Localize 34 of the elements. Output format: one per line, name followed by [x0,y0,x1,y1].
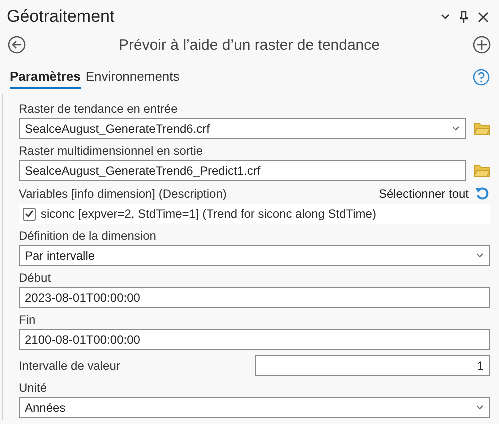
help-icon[interactable] [473,69,490,86]
back-icon[interactable] [8,36,26,54]
field-label: Début [19,271,52,285]
pin-icon[interactable] [460,11,468,23]
chevron-down-icon[interactable] [441,14,450,20]
dropdown[interactable]: Par intervalle [19,245,490,266]
add-icon[interactable] [473,36,491,54]
field-label: Raster multidimensionnel en sortie [19,144,204,158]
tab[interactable]: Environnements [86,66,180,89]
tool-title: Prévoir à l’aide d’un raster de tendance [119,36,380,54]
input-field[interactable]: 2100-08-01T00:00:00 [19,329,490,350]
select-all-link[interactable]: Sélectionner tout [378,186,469,200]
field-label: Unité [19,381,48,395]
field-label: Définition de la dimension [19,229,158,243]
checkbox[interactable] [23,208,36,220]
tab[interactable]: Paramètres [10,66,81,89]
pane-title: Géotraitement [7,7,115,27]
check-icon [25,210,34,218]
input-field[interactable]: SealceAugust_GenerateTrend6_Predict1.crf [19,160,466,181]
variable-label: siconc [expver=2, StdTime=1] (Trend for siconc along StdTime) [41,207,376,221]
field-label: Intervalle de valeur [19,358,120,372]
input-field[interactable]: 1 [255,355,490,376]
close-icon[interactable] [478,12,489,22]
caret-icon [476,253,484,258]
field-label: Fin [19,313,37,327]
dropdown[interactable]: Années [19,397,490,418]
variable-item[interactable]: siconc [expver=2, StdTime=1] (Trend for siconc along StdTime) [19,204,490,224]
field-label: Variables [info dimension] (Description) [19,186,227,200]
caret-icon [452,126,460,131]
dropdown[interactable]: SealceAugust_GenerateTrend6.crf [19,118,466,139]
field-label: Raster de tendance en entrée [19,102,179,116]
input-field[interactable]: 2023-08-01T00:00:00 [19,287,490,308]
refresh-icon[interactable] [475,186,490,201]
caret-icon [476,405,484,410]
